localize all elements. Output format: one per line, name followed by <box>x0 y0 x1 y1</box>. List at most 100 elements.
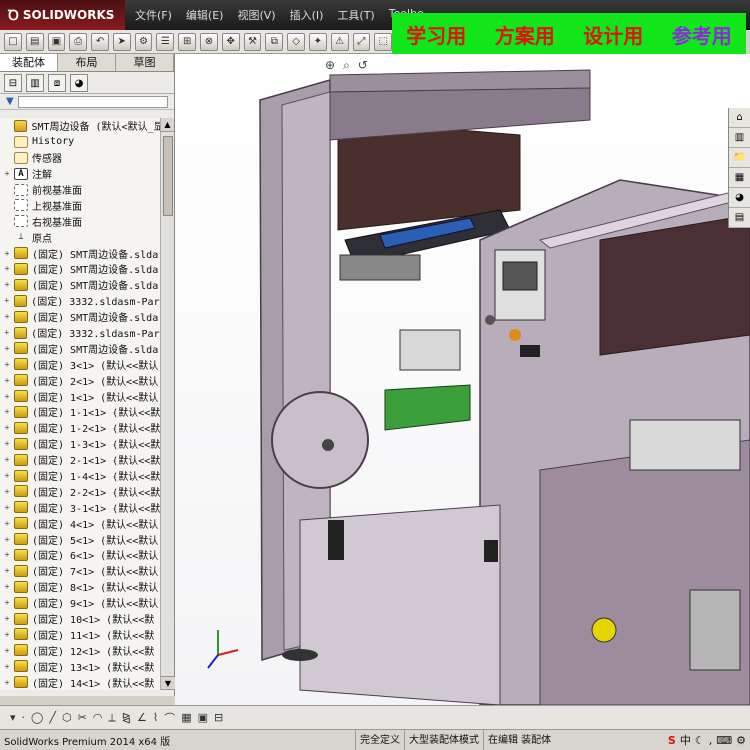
smart-fasteners-icon[interactable]: ⚒ <box>243 32 262 51</box>
expand-toggle-icon[interactable]: + <box>3 312 11 321</box>
property-manager-icon[interactable]: ▥ <box>26 74 44 92</box>
angle-icon[interactable]: ∠ <box>137 711 147 724</box>
tree-item[interactable]: + (固定) 9<1> (默认<<默认 <box>0 595 160 611</box>
polygon-icon[interactable]: ⬡ <box>62 711 72 724</box>
tree-item[interactable]: + (固定) 3-1<1> (默认<<默 <box>0 499 160 515</box>
menu-tools[interactable]: 工具(T) <box>337 7 374 23</box>
trim-icon[interactable]: ✂ <box>78 711 87 724</box>
appearances-icon[interactable]: ◕ <box>729 188 750 208</box>
menu-view[interactable]: 视图(V) <box>237 7 275 23</box>
open-file-icon[interactable]: ▤ <box>25 32 44 51</box>
expand-toggle-icon[interactable]: + <box>3 582 11 591</box>
expand-toggle-icon[interactable]: + <box>3 296 11 305</box>
filter-icon[interactable]: ▼ <box>6 96 14 107</box>
design-library-icon[interactable]: ▥ <box>729 128 750 148</box>
tree-item[interactable]: + A 注解 <box>0 166 160 182</box>
menu-insert[interactable]: 插入(I) <box>290 7 324 23</box>
input-language-icon[interactable]: 中 <box>680 732 691 748</box>
expand-toggle-icon[interactable]: + <box>3 392 11 401</box>
tree-item[interactable]: + (固定) 3<1> (默认<<默认 <box>0 356 160 372</box>
tree-item[interactable]: + (固定) SMT周边设备.slda <box>0 245 160 261</box>
dropdown-arrow-icon[interactable]: ▾ <box>10 711 16 724</box>
instant3d-icon[interactable]: ⬚ <box>374 32 393 51</box>
view-palette-icon[interactable]: ▦ <box>729 168 750 188</box>
expand-toggle-icon[interactable]: + <box>3 280 11 289</box>
expand-toggle-icon[interactable]: + <box>3 376 11 385</box>
assembly-features-icon[interactable]: ⧉ <box>265 32 284 51</box>
tree-item[interactable]: + (固定) 4<1> (默认<<默认 <box>0 515 160 531</box>
feature-manager-icon[interactable]: ⊟ <box>4 74 22 92</box>
expand-toggle-icon[interactable]: + <box>3 328 11 337</box>
tree-item[interactable]: + (固定) 12<1> (默认<<默 <box>0 642 160 658</box>
display-manager-icon[interactable]: ◕ <box>70 74 88 92</box>
tree-item[interactable]: 上视基准面 <box>0 197 160 213</box>
tree-item[interactable]: + (固定) 1-3<1> (默认<<默 <box>0 436 160 452</box>
expand-toggle-icon[interactable]: + <box>3 249 11 258</box>
tree-item[interactable]: + (固定) 11<1> (默认<<默 <box>0 627 160 643</box>
scroll-down-icon[interactable]: ▼ <box>161 676 175 690</box>
tree-item[interactable]: 右视基准面 <box>0 213 160 229</box>
interference-icon[interactable]: ⚠ <box>330 32 349 51</box>
expand-toggle-icon[interactable]: + <box>3 598 11 607</box>
expand-toggle-icon[interactable]: + <box>3 487 11 496</box>
sogou-ime-icon[interactable]: S <box>668 734 676 747</box>
smart-dimension-icon[interactable]: ⟂ <box>108 711 115 725</box>
scroll-thumb[interactable] <box>163 136 173 216</box>
expand-toggle-icon[interactable]: + <box>3 646 11 655</box>
expand-toggle-icon[interactable]: + <box>3 678 11 687</box>
expand-toggle-icon[interactable]: + <box>3 264 11 273</box>
save-icon[interactable]: ▣ <box>47 32 66 51</box>
custom-properties-icon[interactable]: ▤ <box>729 208 750 228</box>
solidworks-logo[interactable]: Ꝺ SOLIDWORKS <box>0 0 125 30</box>
tree-item[interactable]: + (固定) 1-1<1> (默认<<默 <box>0 404 160 420</box>
menu-file[interactable]: 文件(F) <box>135 7 172 23</box>
tree-item[interactable]: + (固定) 3332.sldasm-Part <box>0 293 160 309</box>
expand-toggle-icon[interactable]: + <box>3 630 11 639</box>
tree-item[interactable]: + (固定) 1-2<1> (默认<<默 <box>0 420 160 436</box>
explode-view-icon[interactable]: ✦ <box>308 32 327 51</box>
tree-item[interactable]: + (固定) SMT周边设备.slda <box>0 340 160 356</box>
line-icon[interactable]: ╱ <box>49 711 56 724</box>
tab-layout[interactable]: 布局 <box>58 54 116 71</box>
scroll-up-icon[interactable]: ▲ <box>161 118 174 132</box>
expand-toggle-icon[interactable]: + <box>3 519 11 528</box>
tree-item[interactable]: + (固定) 8<1> (默认<<默认 <box>0 579 160 595</box>
select-icon[interactable]: ➤ <box>112 32 131 51</box>
expand-toggle-icon[interactable]: + <box>3 439 11 448</box>
expand-toggle-icon[interactable]: + <box>3 407 11 416</box>
tab-sketch[interactable]: 草图 <box>116 54 174 71</box>
expand-toggle-icon[interactable]: + <box>3 423 11 432</box>
undo-icon[interactable]: ↶ <box>91 32 109 51</box>
tree-item[interactable]: + (固定) 10<1> (默认<<默 <box>0 611 160 627</box>
zoom-to-fit-icon[interactable]: ⊕ <box>325 58 335 73</box>
tree-item[interactable]: + (固定) 1-4<1> (默认<<默 <box>0 468 160 484</box>
tree-item[interactable]: + (固定) 2-1<1> (默认<<默 <box>0 452 160 468</box>
tree-item[interactable]: + (固定) 3332.sldasm-Part <box>0 325 160 341</box>
new-document-icon[interactable]: □ <box>4 32 22 51</box>
tree-item[interactable]: 传感器 <box>0 150 160 166</box>
expand-toggle-icon[interactable]: + <box>3 169 11 178</box>
offset-icon[interactable]: ⌇ <box>153 711 158 724</box>
expand-toggle-icon[interactable]: + <box>3 455 11 464</box>
measure-icon[interactable]: ⤢ <box>352 32 371 51</box>
expand-toggle-icon[interactable]: + <box>3 503 11 512</box>
keyboard-icon[interactable]: ⌨ <box>716 734 732 747</box>
tree-item[interactable]: + (固定) 5<1> (默认<<默认 <box>0 531 160 547</box>
cube-icon[interactable]: ▣ <box>198 711 208 724</box>
tree-scrollbar[interactable]: ▲ ▼ <box>160 118 175 690</box>
options-icon[interactable]: ☰ <box>156 32 175 51</box>
expand-toggle-icon[interactable]: + <box>3 360 11 369</box>
configuration-manager-icon[interactable]: ⧈ <box>48 74 66 92</box>
expand-toggle-icon[interactable]: + <box>3 344 11 353</box>
section-view-icon[interactable]: ⊟ <box>214 711 223 724</box>
tab-assembly[interactable]: 装配体 <box>0 54 58 71</box>
tree-item[interactable]: + (固定) SMT周边设备.slda <box>0 261 160 277</box>
mate-icon[interactable]: ⊗ <box>200 32 218 51</box>
tree-item[interactable]: + (固定) 13<1> (默认<<默 <box>0 658 160 674</box>
grid-icon[interactable]: ▦ <box>181 711 191 724</box>
file-explorer-icon[interactable]: 📁 <box>729 148 750 168</box>
punctuation-icon[interactable]: , <box>709 734 713 747</box>
circle-icon[interactable]: ◯ <box>31 711 43 724</box>
tree-item[interactable]: History <box>0 134 160 150</box>
tree-item[interactable]: ⊥ 原点 <box>0 229 160 245</box>
